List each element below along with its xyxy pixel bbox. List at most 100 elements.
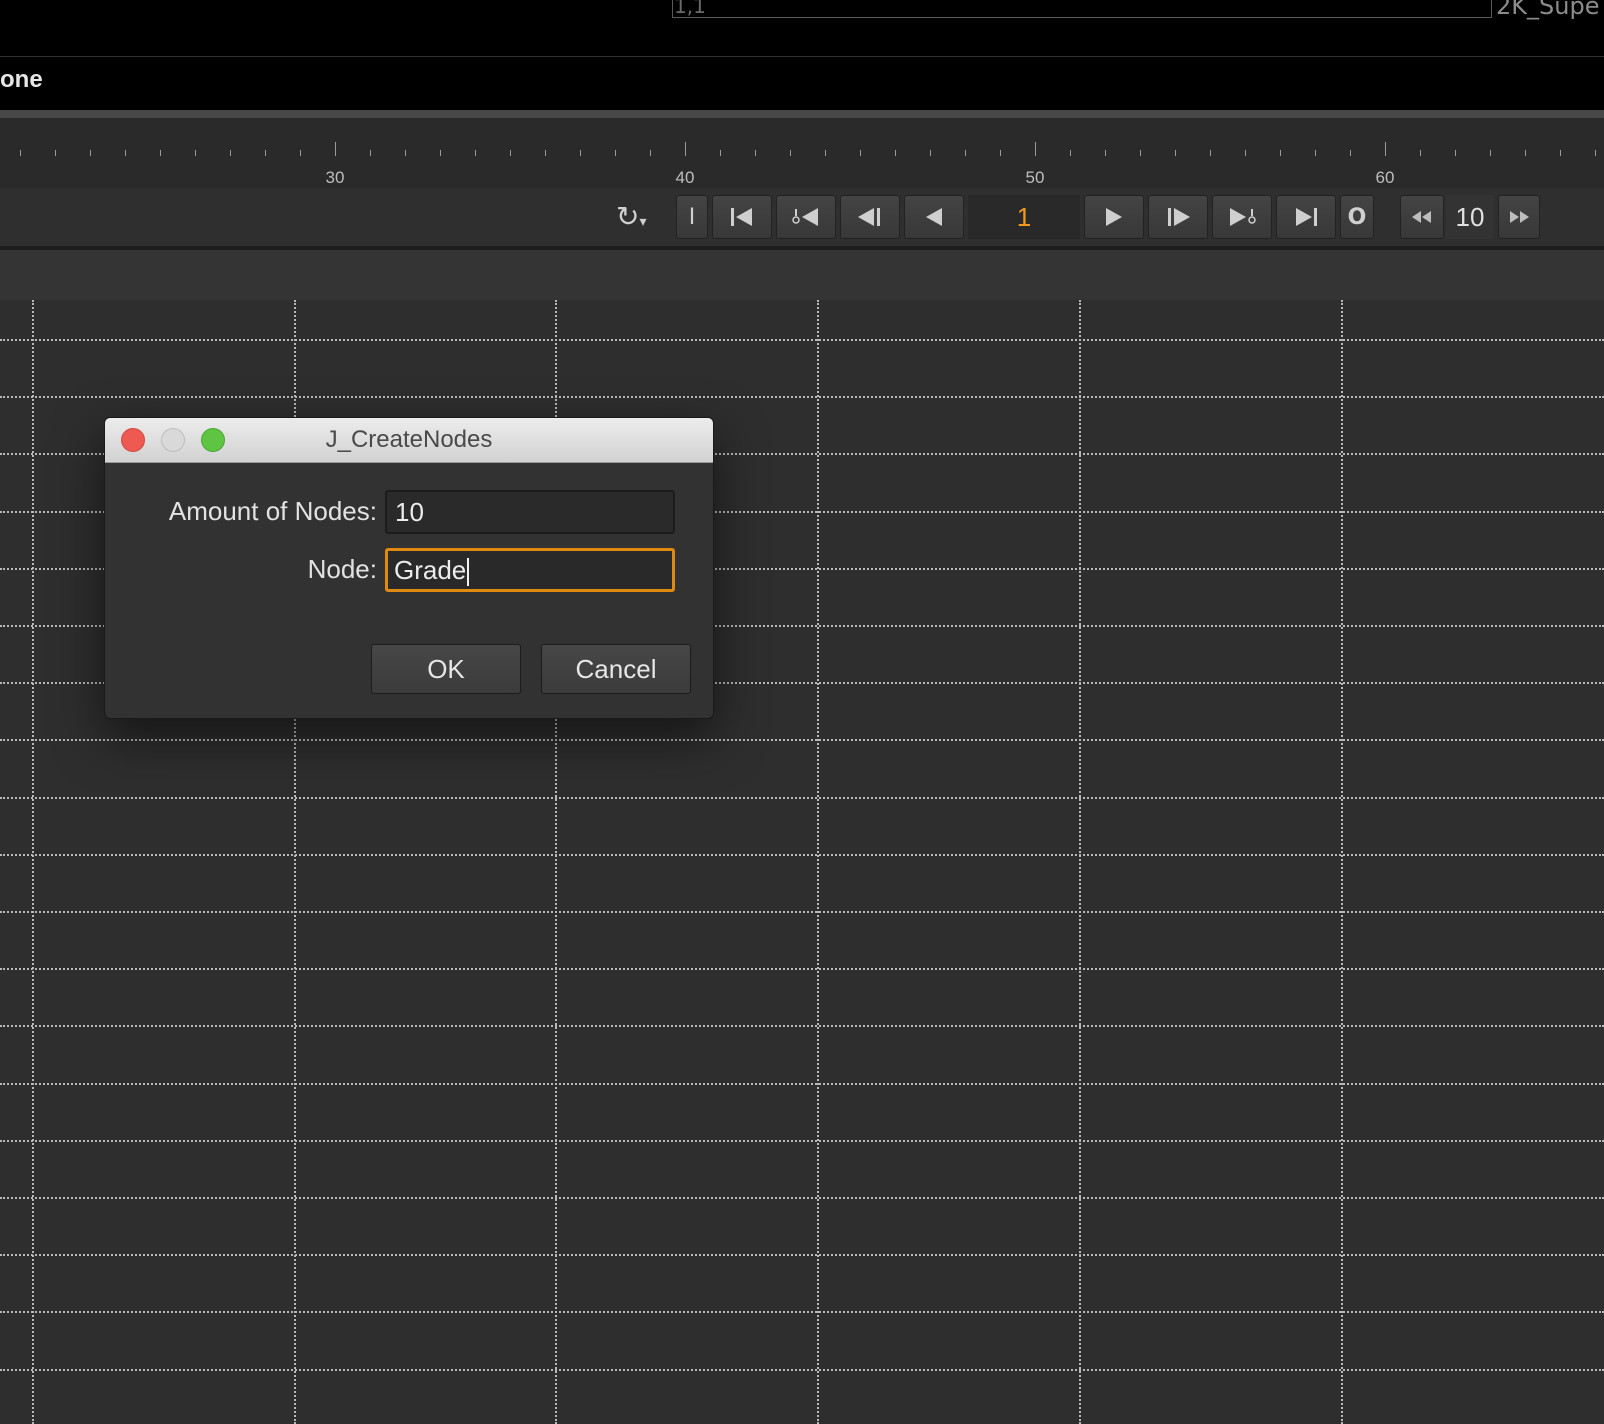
timeline-tick <box>1350 150 1351 156</box>
timeline-tick <box>1000 150 1001 156</box>
timeline-tick <box>1455 150 1456 156</box>
timeline-tick <box>265 150 266 156</box>
first-frame-icon <box>731 208 752 226</box>
timeline-tick <box>20 150 21 156</box>
last-frame-button[interactable] <box>1276 195 1336 239</box>
grid-horizontal-line <box>0 1254 1604 1256</box>
timeline-tick <box>370 150 371 156</box>
next-frame-button[interactable] <box>1148 195 1208 239</box>
timeline-tick <box>90 150 91 156</box>
timeline-label: 60 <box>1375 168 1395 187</box>
viewer-format-box <box>672 0 1492 18</box>
text-caret <box>467 558 470 587</box>
grid-horizontal-line <box>0 911 1604 913</box>
prev-keyframe-button[interactable] <box>776 195 836 239</box>
prev-keyframe-icon <box>792 208 818 226</box>
timeline-tick <box>1560 150 1561 156</box>
timeline-tick <box>860 150 861 156</box>
in-point-button[interactable]: I <box>676 195 708 239</box>
grid-horizontal-line <box>0 854 1604 856</box>
play-backward-button[interactable] <box>904 195 964 239</box>
loop-mode-icon[interactable]: ↻▾ <box>616 200 647 233</box>
timeline-tick <box>1140 150 1141 156</box>
next-keyframe-icon <box>1230 208 1256 226</box>
minimize-window-button[interactable] <box>161 428 185 452</box>
dialog-titlebar[interactable]: J_CreateNodes <box>105 418 713 463</box>
timeline-tick <box>545 150 546 156</box>
timeline-label: 40 <box>675 168 695 187</box>
timeline-label: 30 <box>325 168 345 187</box>
grid-horizontal-line <box>0 1311 1604 1313</box>
timeline-ruler[interactable]: 30 40 50 60 <box>0 118 1604 188</box>
grid-horizontal-line <box>0 1197 1604 1199</box>
timeline-tick <box>195 150 196 156</box>
timeline-tick <box>1595 150 1596 156</box>
maximize-window-button[interactable] <box>201 428 225 452</box>
timeline-tick <box>125 150 126 156</box>
timeline-tick <box>615 150 616 156</box>
amount-of-nodes-label: Amount of Nodes: <box>168 496 377 526</box>
out-point-button[interactable]: O <box>1340 195 1374 239</box>
panel-divider[interactable] <box>0 110 1604 118</box>
status-text: one <box>0 66 43 93</box>
ok-button[interactable]: OK <box>371 644 521 694</box>
grid-horizontal-line <box>0 1025 1604 1027</box>
timeline-tick <box>1420 150 1421 156</box>
timeline-tick <box>1315 150 1316 156</box>
node-input[interactable]: Grade <box>385 548 675 592</box>
timeline-tick <box>300 150 301 156</box>
step-back-icon <box>1412 211 1431 223</box>
grid-horizontal-line <box>0 968 1604 970</box>
timeline-tick <box>510 150 511 156</box>
timeline-tick <box>1245 150 1246 156</box>
next-keyframe-button[interactable] <box>1212 195 1272 239</box>
first-frame-button[interactable] <box>712 195 772 239</box>
timeline-tick <box>965 150 966 156</box>
timeline-tick <box>1175 150 1176 156</box>
timeline-tick <box>230 150 231 156</box>
grid-horizontal-line <box>0 339 1604 341</box>
timeline-tick <box>405 150 406 156</box>
timeline-tick <box>580 150 581 156</box>
timeline-tick <box>440 150 441 156</box>
play-forward-icon <box>1106 208 1122 226</box>
timeline-tick <box>1105 150 1106 156</box>
grid-horizontal-line <box>0 1083 1604 1085</box>
dialog-title: J_CreateNodes <box>325 426 493 453</box>
timeline-tick <box>1210 150 1211 156</box>
timeline-tick <box>650 150 651 156</box>
timeline-tick <box>55 150 56 156</box>
timeline-tick <box>930 150 931 156</box>
timeline-tick <box>335 142 336 156</box>
timeline-tick <box>1280 150 1281 156</box>
grid-horizontal-line <box>0 797 1604 799</box>
current-frame-field[interactable]: 1 <box>968 195 1080 239</box>
node-input-value: Grade <box>394 555 467 585</box>
step-increment-field[interactable]: 10 <box>1446 195 1494 239</box>
cancel-button[interactable]: Cancel <box>541 644 691 694</box>
timeline-tick <box>1035 142 1036 156</box>
timeline-tick <box>475 150 476 156</box>
viewer-coordinate-label: 1,1 <box>674 0 706 18</box>
timeline-tick <box>1385 142 1386 156</box>
close-window-button[interactable] <box>121 428 145 452</box>
curve-editor-header <box>0 250 1604 300</box>
timeline-tick <box>825 150 826 156</box>
last-frame-icon <box>1296 208 1317 226</box>
step-forward-button[interactable] <box>1498 195 1540 239</box>
create-nodes-dialog: J_CreateNodes Amount of Nodes: 10 Node: … <box>104 417 714 719</box>
play-forward-button[interactable] <box>1084 195 1144 239</box>
timeline-tick <box>755 150 756 156</box>
amount-of-nodes-input[interactable]: 10 <box>385 490 675 534</box>
step-back-button[interactable] <box>1400 195 1444 239</box>
grid-horizontal-line <box>0 1140 1604 1142</box>
timeline-tick <box>160 150 161 156</box>
prev-frame-button[interactable] <box>840 195 900 239</box>
step-forward-icon <box>1510 211 1529 223</box>
timeline-tick <box>720 150 721 156</box>
grid-horizontal-line <box>0 739 1604 741</box>
play-backward-icon <box>926 208 942 226</box>
node-label: Node: <box>307 554 377 584</box>
timeline-tick <box>1525 150 1526 156</box>
timeline-tick <box>1070 150 1071 156</box>
